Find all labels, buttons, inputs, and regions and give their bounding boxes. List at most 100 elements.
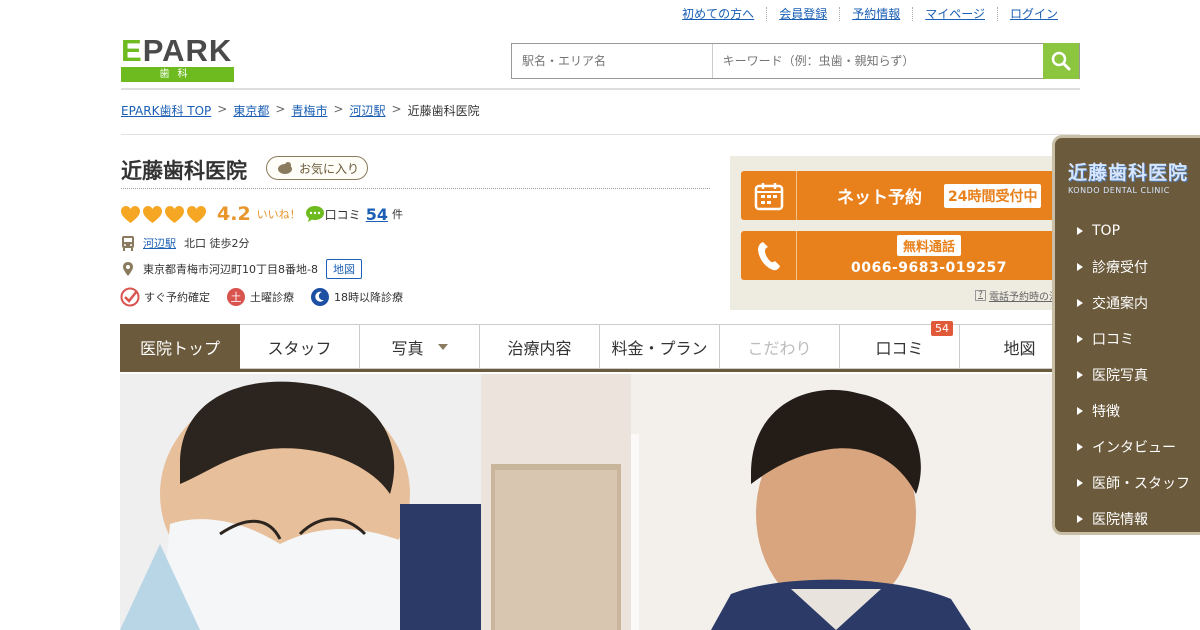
arrow-right-icon — [1077, 407, 1083, 415]
arrow-right-icon — [1077, 443, 1083, 451]
arrow-right-icon — [1077, 335, 1083, 343]
side-item-reviews[interactable]: 口コミ — [1055, 321, 1200, 357]
side-item-photos[interactable]: 医院写真 — [1055, 357, 1200, 393]
calendar-icon-wrap — [741, 171, 797, 220]
logo-sub: 歯科 — [121, 67, 234, 82]
side-item-label: 医院情報 — [1092, 512, 1148, 528]
side-item-features[interactable]: 特徴 — [1055, 393, 1200, 429]
side-item-label: 特徴 — [1092, 404, 1120, 420]
net-reservation-label: ネット予約 — [837, 188, 922, 208]
tab-treatments[interactable]: 治療内容 — [480, 324, 600, 369]
calendar-icon — [754, 182, 783, 210]
side-item-info[interactable]: 医院情報 — [1055, 501, 1200, 537]
rating-hearts — [120, 205, 207, 224]
link-login[interactable]: ログイン — [996, 7, 1070, 21]
link-mypage[interactable]: マイページ — [912, 7, 997, 21]
phone-number: 0066-9683-019257 — [851, 260, 1007, 276]
tab-photos[interactable]: 写真 — [360, 324, 480, 369]
breadcrumb-station[interactable]: 河辺駅 — [350, 102, 386, 119]
side-item-label: 口コミ — [1092, 332, 1134, 348]
name-divider — [121, 188, 710, 189]
side-item-access[interactable]: 交通案内 — [1055, 285, 1200, 321]
side-item-staff[interactable]: 医師・スタッフ — [1055, 465, 1200, 501]
badge-instant-booking: すぐ予約確定 — [120, 287, 210, 307]
phone-icon-wrap — [741, 231, 797, 280]
arrow-right-icon — [1077, 479, 1083, 487]
clinic-logo[interactable]: 近藤歯科医院 KONDO DENTAL CLINIC — [1068, 158, 1200, 195]
favorite-button[interactable]: お気に入り — [266, 156, 368, 180]
kuchikomi-link[interactable]: 口コミ 54 件 — [305, 205, 403, 224]
side-item-reception[interactable]: 診療受付 — [1055, 249, 1200, 285]
moon-icon — [311, 288, 329, 306]
net-reservation-button[interactable]: ネット予約 24時間受付中 — [741, 171, 1061, 220]
heart-icon — [165, 205, 184, 223]
breadcrumb-city[interactable]: 青梅市 — [291, 102, 327, 119]
phone-icon — [757, 241, 780, 270]
side-item-label: TOP — [1092, 223, 1121, 239]
svg-text:土: 土 — [231, 291, 242, 304]
side-item-top[interactable]: TOP — [1055, 213, 1200, 249]
badge-label: 18時以降診療 — [334, 291, 403, 304]
side-item-interview[interactable]: インタビュー — [1055, 429, 1200, 465]
breadcrumb-top[interactable]: EPARK歯科 TOP — [121, 102, 211, 119]
clinic-logo-en: KONDO DENTAL CLINIC — [1068, 186, 1170, 195]
link-reservations[interactable]: 予約情報 — [839, 7, 912, 21]
header-divider — [121, 88, 1080, 90]
tab-reviews[interactable]: 口コミ 54 — [840, 321, 960, 369]
reviews-count-badge: 54 — [931, 321, 953, 336]
link-register[interactable]: 会員登録 — [766, 7, 839, 21]
side-item-label: 医師・スタッフ — [1092, 476, 1190, 492]
side-item-label: インタビュー — [1092, 440, 1176, 456]
side-item-label: 交通案内 — [1092, 296, 1148, 312]
map-button[interactable]: 地図 — [325, 259, 362, 279]
dentist-photo-left — [120, 374, 481, 630]
breadcrumb-separator: > — [391, 102, 402, 116]
help-icon: ? — [975, 290, 986, 301]
reservation-box: ネット予約 24時間受付中 無料通話 0066-9683-019257 ? 電話… — [730, 156, 1061, 310]
dentist-illustration-left — [120, 374, 481, 630]
location-pin-icon — [123, 262, 133, 276]
breadcrumb-separator: > — [217, 102, 228, 116]
arrow-right-icon — [1077, 515, 1083, 523]
address-row: 東京都青梅市河辺町10丁目8番地-8 地図 — [121, 259, 362, 279]
rating-score: 4.2 — [217, 203, 251, 225]
arrow-right-icon — [1077, 263, 1083, 271]
heart-icon — [143, 205, 162, 223]
phone-help-label: 電話予約時の注 — [989, 292, 1059, 303]
phone-reservation-button[interactable]: 無料通話 0066-9683-019257 — [741, 231, 1061, 280]
tab-pricing[interactable]: 料金・プラン — [600, 324, 720, 369]
area-search-input[interactable] — [512, 44, 713, 78]
breadcrumb-current: 近藤歯科医院 — [407, 104, 480, 118]
clinic-name: 近藤歯科医院 — [121, 159, 247, 183]
access-detail: 北口 徒歩2分 — [184, 237, 250, 250]
link-first-time[interactable]: 初めての方へ — [670, 7, 766, 21]
tab-reviews-label: 口コミ — [875, 338, 924, 358]
tab-clinic-top[interactable]: 医院トップ — [120, 324, 240, 369]
tab-photos-label: 写真 — [391, 338, 424, 358]
arrow-right-icon — [1077, 371, 1083, 379]
checkmark-icon — [120, 287, 140, 307]
breadcrumb-separator: > — [333, 102, 344, 116]
badge-label: すぐ予約確定 — [144, 291, 210, 304]
free-call-badge: 無料通話 — [896, 235, 961, 256]
kuchikomi-count[interactable]: 54 — [366, 205, 388, 224]
address-text: 東京都青梅市河辺町10丁目8番地-8 — [143, 263, 318, 276]
breadcrumb-prefecture[interactable]: 東京都 — [233, 102, 269, 119]
tab-staff[interactable]: スタッフ — [240, 324, 360, 369]
arrow-right-icon — [1077, 227, 1083, 235]
dentist-illustration-right — [481, 374, 1080, 630]
arrow-right-icon — [1077, 299, 1083, 307]
h24-badge: 24時間受付中 — [944, 183, 1042, 208]
header-links: 初めての方へ 会員登録 予約情報 マイページ ログイン — [670, 7, 1070, 21]
station-link[interactable]: 河辺駅 — [143, 235, 176, 251]
search-icon — [1051, 51, 1071, 71]
access-row: 河辺駅 北口 徒歩2分 — [121, 235, 250, 251]
clinic-tabs: 医院トップ スタッフ 写真 治療内容 料金・プラン こだわり 口コミ 54 地図 — [120, 321, 1080, 372]
epark-logo[interactable]: EPARK 歯科 — [121, 35, 234, 82]
favorite-icon — [278, 162, 292, 174]
keyword-search-input[interactable] — [712, 44, 1044, 78]
search-button[interactable] — [1043, 43, 1079, 79]
badge-after-18: 18時以降診療 — [310, 287, 403, 307]
badge-label: 土曜診療 — [250, 291, 294, 304]
phone-help-link[interactable]: ? 電話予約時の注 — [975, 288, 1059, 303]
